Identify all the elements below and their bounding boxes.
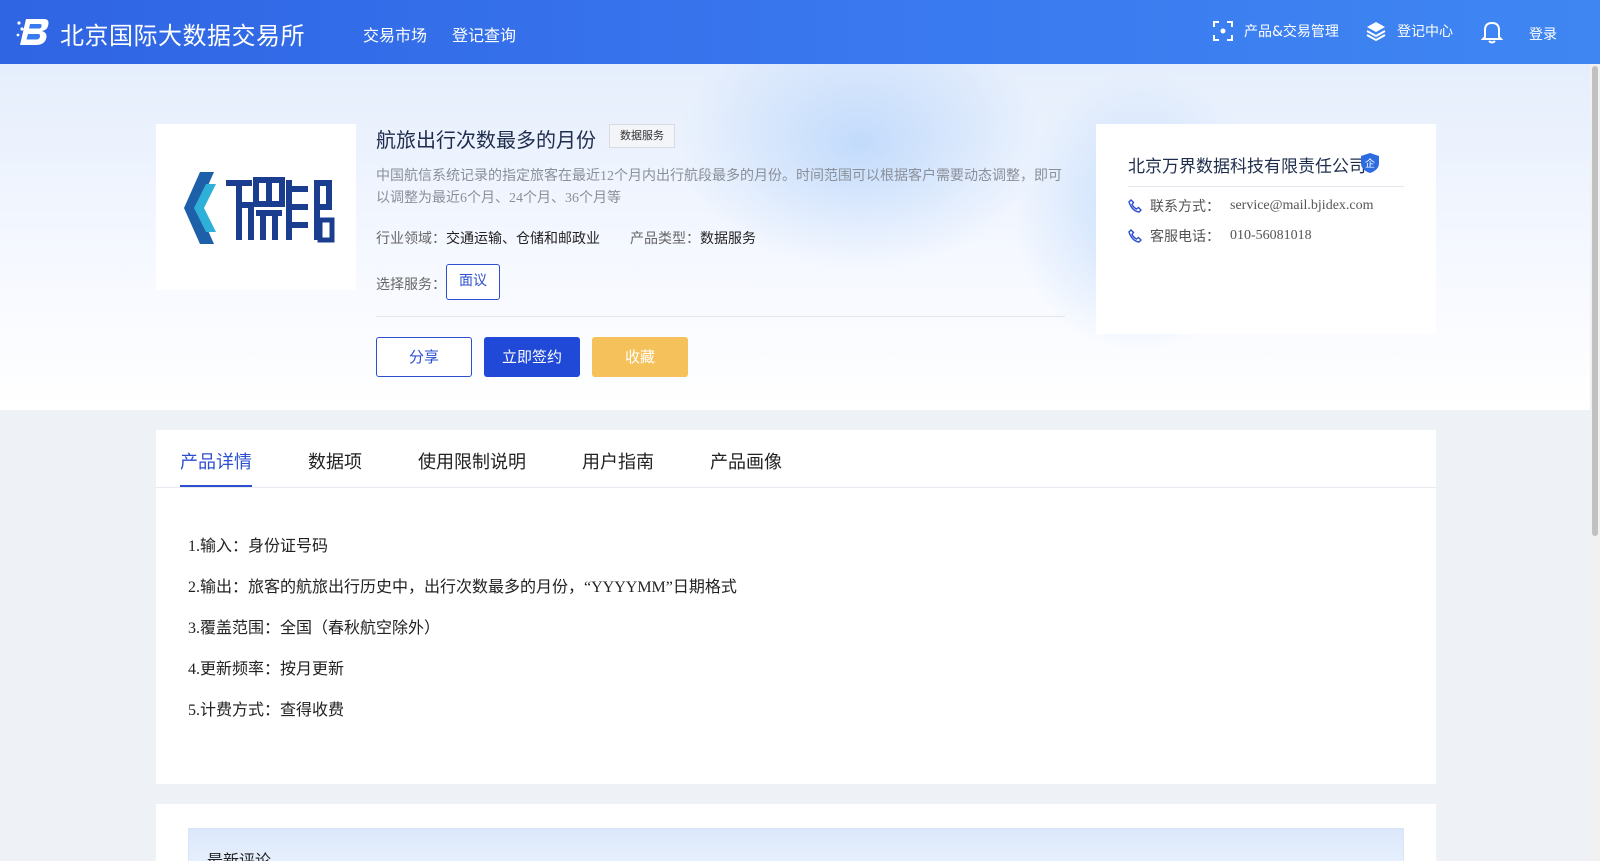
contact-email-value[interactable]: service@mail.bjidex.com <box>1230 198 1374 214</box>
service-select-label: 选择服务： <box>376 278 446 293</box>
product-description: 中国航信系统记录的指定旅客在最近12个月内出行航段最多的月份。时间范围可以根据客… <box>376 169 1062 206</box>
industry-label: 行业领域： <box>376 232 446 247</box>
phone-icon <box>1128 199 1142 213</box>
product-detail-panel: 产品详情 数据项 使用限制说明 用户指南 产品画像 1.输入：身份证号码 2.输… <box>156 430 1436 784</box>
product-type-label: 产品类型： <box>630 232 700 247</box>
product-trade-management-link[interactable]: 产品&交易管理 <box>1212 20 1339 42</box>
detail-line: 5.计费方式：查得收费 <box>188 702 345 719</box>
phone-value: 010-56081018 <box>1230 228 1312 243</box>
tab-data-items[interactable]: 数据项 <box>308 448 362 474</box>
product-logo-card <box>156 124 356 290</box>
nav-market[interactable]: 交易市场 <box>363 22 427 46</box>
product-meta: 行业领域：交通运输、仓储和邮政业 产品类型：数据服务 <box>376 228 756 248</box>
page-scrollbar[interactable] <box>1590 64 1600 861</box>
contact-phone-row: 客服电话： 010-56081018 <box>1128 226 1312 246</box>
company-card: 北京万界数据科技有限责任公司 企 联系方式： service@mail.bjid… <box>1096 124 1436 334</box>
service-option-negotiable[interactable]: 面议 <box>446 264 500 300</box>
comments-title: 最新评论 <box>207 847 271 861</box>
active-tab-indicator <box>180 485 252 487</box>
detail-line: 2.输出：旅客的航旅出行历史中，出行次数最多的月份，“YYYYMM”日期格式 <box>188 579 737 596</box>
nav-registry-query[interactable]: 登记查询 <box>452 22 516 46</box>
bell-icon[interactable] <box>1481 20 1503 44</box>
tab-user-guide[interactable]: 用户指南 <box>582 448 654 474</box>
company-divider <box>1128 186 1404 187</box>
enterprise-verified-icon: 企 <box>1361 153 1379 173</box>
favorite-button[interactable]: 收藏 <box>592 337 688 377</box>
registry-center-label: 登记中心 <box>1397 24 1453 40</box>
top-header: 北京国际大数据交易所 交易市场 登记查询 产品&交易管理 登记中心 登录 <box>0 0 1600 64</box>
phone-label: 客服电话： <box>1150 230 1220 245</box>
company-name[interactable]: 北京万界数据科技有限责任公司 <box>1128 152 1366 177</box>
tab-usage-restrictions[interactable]: 使用限制说明 <box>418 448 526 474</box>
detail-tabs: 产品详情 数据项 使用限制说明 用户指南 产品画像 <box>156 430 1436 488</box>
share-button[interactable]: 分享 <box>376 337 472 377</box>
scan-frame-icon <box>1213 21 1233 41</box>
product-tag-badge: 数据服务 <box>609 124 675 148</box>
tab-product-details[interactable]: 产品详情 <box>180 448 252 474</box>
comments-section: 最新评论 <box>156 804 1436 861</box>
svg-text:企: 企 <box>1365 157 1375 170</box>
tab-product-profile[interactable]: 产品画像 <box>710 448 782 474</box>
provider-logo-icon <box>184 172 335 244</box>
brand-name[interactable]: 北京国际大数据交易所 <box>60 16 305 51</box>
scrollbar-thumb[interactable] <box>1592 66 1598 536</box>
hero-divider <box>376 316 1065 317</box>
contact-label: 联系方式： <box>1150 200 1220 215</box>
product-title: 航旅出行次数最多的月份 <box>376 128 596 152</box>
phone-icon <box>1128 229 1142 243</box>
login-link[interactable]: 登录 <box>1529 24 1557 44</box>
product-type-value: 数据服务 <box>700 232 756 247</box>
industry-value: 交通运输、仓储和邮政业 <box>446 232 600 247</box>
layers-icon <box>1366 22 1386 42</box>
comments-header: 最新评论 <box>188 828 1404 861</box>
product-trade-management-label: 产品&交易管理 <box>1244 24 1339 40</box>
detail-line: 1.输入：身份证号码 <box>188 538 329 555</box>
sign-now-button[interactable]: 立即签约 <box>484 337 580 377</box>
detail-line: 3.覆盖范围：全国（春秋航空除外） <box>188 620 441 637</box>
contact-email-row: 联系方式： service@mail.bjidex.com <box>1128 196 1374 216</box>
brand-logo-icon[interactable] <box>16 15 52 49</box>
detail-line: 4.更新频率：按月更新 <box>188 661 345 678</box>
registry-center-link[interactable]: 登记中心 <box>1365 20 1453 42</box>
